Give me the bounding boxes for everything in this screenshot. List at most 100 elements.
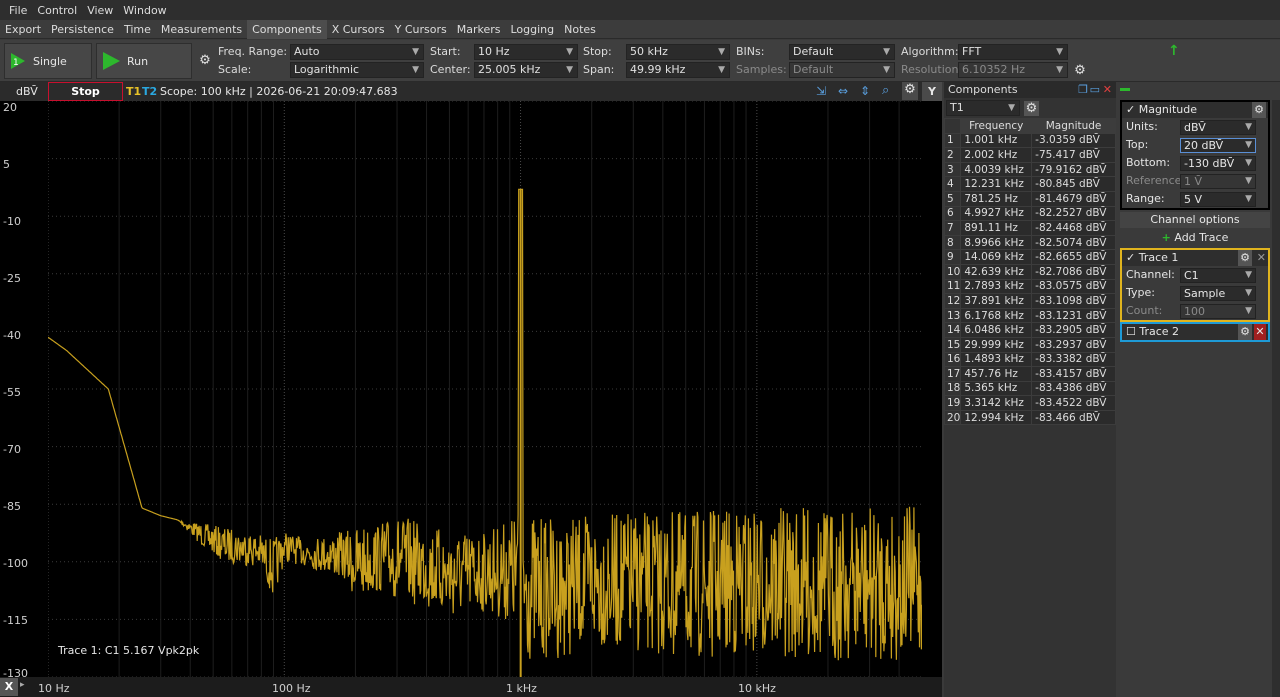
plot-gear-icon[interactable]: ⚙ [902, 82, 918, 100]
channel-options-button[interactable]: Channel options [1120, 212, 1270, 228]
row-index: 17 [943, 366, 962, 382]
table-row[interactable]: 8 8.9966 kHz -82.5074 dBV̄ [943, 234, 1116, 251]
trace2-remove-icon[interactable]: ✕ [1254, 324, 1266, 340]
y-axis-tab[interactable]: Y [922, 82, 942, 101]
cursor-x-icon[interactable]: ⇲ [816, 84, 826, 98]
table-row[interactable]: 17 457.76 Hz -83.4157 dBV̄ [943, 366, 1116, 382]
zoom-icon[interactable]: ⌕ [882, 83, 889, 98]
frequency-cell: 2.7893 kHz [960, 278, 1033, 295]
freq-range-select[interactable]: Auto ▼ [290, 44, 424, 60]
table-row[interactable]: 12 37.891 kHz -83.1098 dBV̄ [943, 293, 1116, 309]
table-row[interactable]: 13 6.1768 kHz -83.1231 dBV̄ [943, 307, 1116, 324]
tab-y-cursors[interactable]: Y Cursors [390, 20, 452, 39]
top-value: 20 dBV̄ [1184, 139, 1224, 152]
close-icon[interactable]: ✕ [1103, 82, 1112, 98]
trace2-gear-icon[interactable]: ⚙ [1238, 324, 1252, 340]
single-button[interactable]: 1 Single [4, 43, 92, 79]
table-row[interactable]: 16 1.4893 kHz -83.3382 dBV̄ [943, 351, 1116, 368]
type-select[interactable]: Sample ▼ [1180, 286, 1256, 301]
units-select[interactable]: dBV̄ ▼ [1180, 120, 1256, 135]
table-row[interactable]: 10 42.639 kHz -82.7086 dBV̄ [943, 263, 1116, 280]
algorithm-select[interactable]: FFT ▼ [958, 44, 1068, 60]
table-row[interactable]: 15 29.999 kHz -83.2937 dBV̄ [943, 336, 1116, 353]
tab-persistence[interactable]: Persistence [46, 20, 119, 39]
table-row[interactable]: 20 12.994 kHz -83.466 dBV̄ [943, 409, 1116, 426]
magnitude-gear-icon[interactable]: ⚙ [1252, 102, 1266, 118]
center-input[interactable]: 25.005 kHz ▼ [474, 62, 578, 78]
spectrum-plot[interactable] [48, 101, 922, 677]
trace2-header[interactable]: ☐ Trace 2 ⚙ ✕ [1122, 324, 1268, 340]
trace-selector[interactable]: T1 ▼ [946, 100, 1020, 116]
chevron-down-icon: ▼ [1056, 47, 1063, 57]
menu-view[interactable]: View [82, 4, 118, 17]
y-tick-label: 20 [3, 101, 17, 114]
collapse-icon[interactable] [1120, 88, 1130, 91]
table-row[interactable]: 19 3.3142 kHz -83.4522 dBV̄ [943, 395, 1116, 411]
table-row[interactable]: 11 2.7893 kHz -83.0575 dBV̄ [943, 278, 1116, 295]
table-row[interactable]: 18 5.365 kHz -83.4386 dBV̄ [943, 380, 1116, 397]
trace1-gear-icon[interactable]: ⚙ [1238, 250, 1252, 266]
tab-x-cursors[interactable]: X Cursors [327, 20, 390, 39]
frequency-cell: 5.365 kHz [960, 380, 1033, 397]
menu-control[interactable]: Control [32, 4, 82, 17]
stop-button[interactable]: Stop [48, 82, 123, 101]
run-settings-gear-icon[interactable]: ⚙ [198, 53, 212, 68]
frequency-cell: 781.25 Hz [960, 190, 1033, 207]
x-axis-button[interactable]: X [0, 678, 18, 696]
tab-logging[interactable]: Logging [506, 20, 560, 39]
table-row[interactable]: 5 781.25 Hz -81.4679 dBV̄ [943, 190, 1116, 207]
frequency-cell: 14.069 kHz [960, 249, 1033, 265]
tab-time[interactable]: Time [119, 20, 156, 39]
table-row[interactable]: 6 4.9927 kHz -82.2527 dBV̄ [943, 205, 1116, 222]
menu-window[interactable]: Window [118, 4, 171, 17]
tab-notes[interactable]: Notes [559, 20, 601, 39]
bottom-input[interactable]: -130 dBV̄ ▼ [1180, 156, 1256, 171]
channel-select[interactable]: C1 ▼ [1180, 268, 1256, 283]
tab-components[interactable]: Components [247, 19, 327, 39]
frequency-cell: 6.0486 kHz [960, 322, 1033, 338]
range-select[interactable]: 5 V ▼ [1180, 192, 1256, 207]
table-row[interactable]: 2 2.002 kHz -75.417 dBV̄ [943, 147, 1116, 163]
components-gear-icon[interactable]: ⚙ [1024, 101, 1039, 116]
x-axis-bar [0, 677, 942, 697]
tab-markers[interactable]: Markers [452, 20, 506, 39]
t1-indicator[interactable]: T1 [126, 85, 141, 98]
table-row[interactable]: 14 6.0486 kHz -83.2905 dBV̄ [943, 322, 1116, 338]
magnitude-cell: -83.4522 dBV̄ [1031, 395, 1116, 411]
cursor-v-icon[interactable]: ⇕ [860, 84, 870, 98]
stop-input[interactable]: 50 kHz ▼ [626, 44, 730, 60]
count-label: Count: [1126, 304, 1163, 317]
table-row[interactable]: 1 1.001 kHz -3.0359 dBV̄ [943, 132, 1116, 149]
run-button[interactable]: Run [96, 43, 192, 79]
stop-label: Stop [71, 85, 100, 98]
arrow-up-icon[interactable]: ↑ [1168, 43, 1180, 59]
magnitude-header[interactable]: ✓ Magnitude ⚙ [1122, 102, 1268, 118]
fft-settings-gear-icon[interactable]: ⚙ [1073, 63, 1087, 78]
table-row[interactable]: 9 14.069 kHz -82.6655 dBV̄ [943, 249, 1116, 265]
chevron-down-icon: ▼ [1245, 194, 1252, 204]
t2-indicator[interactable]: T2 [142, 85, 157, 98]
top-input[interactable]: 20 dBV̄ ▼ [1180, 138, 1256, 153]
scale-select[interactable]: Logarithmic ▼ [290, 62, 424, 78]
row-index: 10 [943, 263, 962, 280]
trace1-header[interactable]: ✓ Trace 1 ⚙ ✕ [1122, 250, 1268, 266]
tab-export[interactable]: Export [0, 20, 46, 39]
magnitude-cell: -83.466 dBV̄ [1031, 409, 1116, 426]
bins-select[interactable]: Default ▼ [789, 44, 895, 60]
start-input[interactable]: 10 Hz ▼ [474, 44, 578, 60]
frequency-cell: 3.3142 kHz [960, 395, 1033, 411]
span-input[interactable]: 49.99 kHz ▼ [626, 62, 730, 78]
restore-icon[interactable]: ❐ [1078, 82, 1088, 98]
cursor-h-icon[interactable]: ⇔ [838, 84, 848, 98]
chevron-down-icon: ▼ [412, 47, 419, 57]
table-row[interactable]: 4 12.231 kHz -80.845 dBV̄ [943, 176, 1116, 192]
row-index: 12 [943, 293, 962, 309]
table-row[interactable]: 3 4.0039 kHz -79.9162 dBV̄ [943, 161, 1116, 178]
sidebar-scrollbar[interactable] [1272, 100, 1280, 697]
menu-file[interactable]: File [4, 4, 32, 17]
table-row[interactable]: 7 891.11 Hz -82.4468 dBV̄ [943, 220, 1116, 236]
add-trace-button[interactable]: + Add Trace [1120, 230, 1270, 246]
tab-measurements[interactable]: Measurements [156, 20, 247, 39]
minimize-icon[interactable]: ▭ [1090, 82, 1100, 98]
trace1-remove-icon[interactable]: ✕ [1257, 250, 1266, 266]
